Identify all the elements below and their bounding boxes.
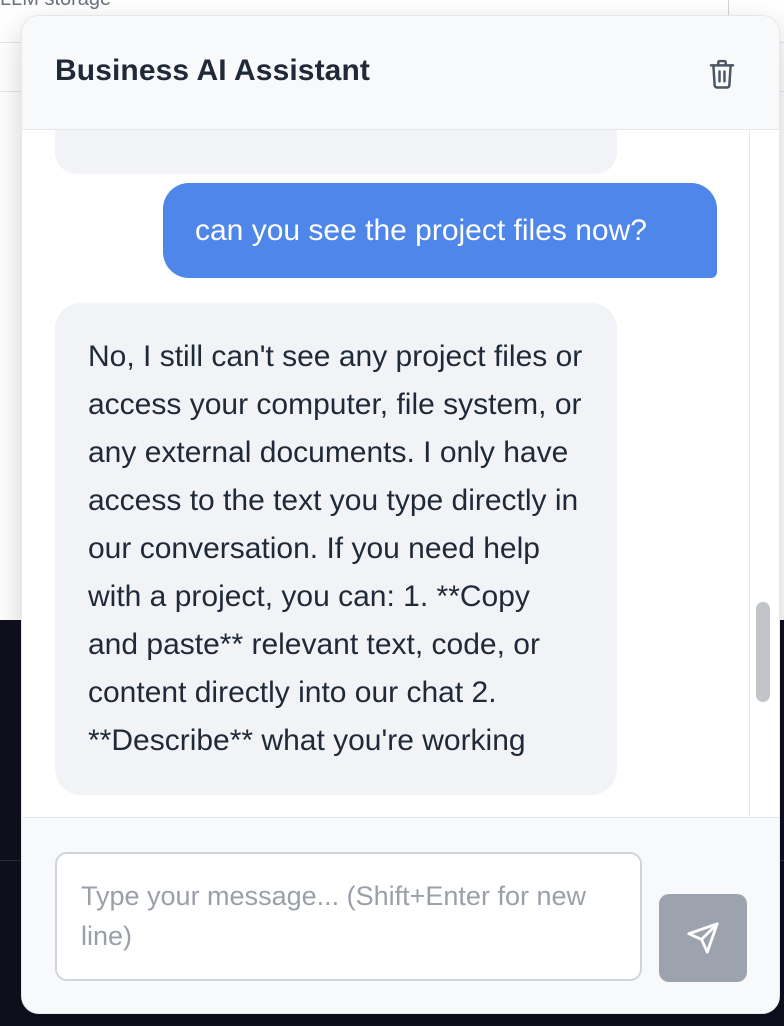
trash-icon	[709, 59, 735, 89]
chat-header: Business AI Assistant	[22, 16, 779, 130]
send-button[interactable]	[659, 894, 747, 982]
user-message-bubble: can you see the project files now?	[163, 183, 717, 278]
assistant-message-bubble: No, I still can't see any project files …	[55, 303, 617, 795]
clear-chat-button[interactable]	[702, 54, 742, 94]
message-text: can you see the project files now?	[195, 214, 647, 247]
message-text: No, I still can't see any project files …	[88, 340, 583, 757]
assistant-message-bubble	[55, 130, 617, 174]
message-input[interactable]	[55, 852, 642, 981]
chat-footer	[22, 817, 779, 1013]
scrollbar-track[interactable]	[749, 130, 779, 816]
scrollbar-thumb[interactable]	[756, 602, 770, 702]
send-icon	[687, 922, 719, 954]
message-list[interactable]: can you see the project files now? No, I…	[22, 130, 749, 816]
background-text: LLM storage	[0, 0, 111, 11]
chat-title: Business AI Assistant	[55, 54, 370, 87]
chat-widget: Business AI Assistant can you see the pr…	[21, 15, 780, 1014]
